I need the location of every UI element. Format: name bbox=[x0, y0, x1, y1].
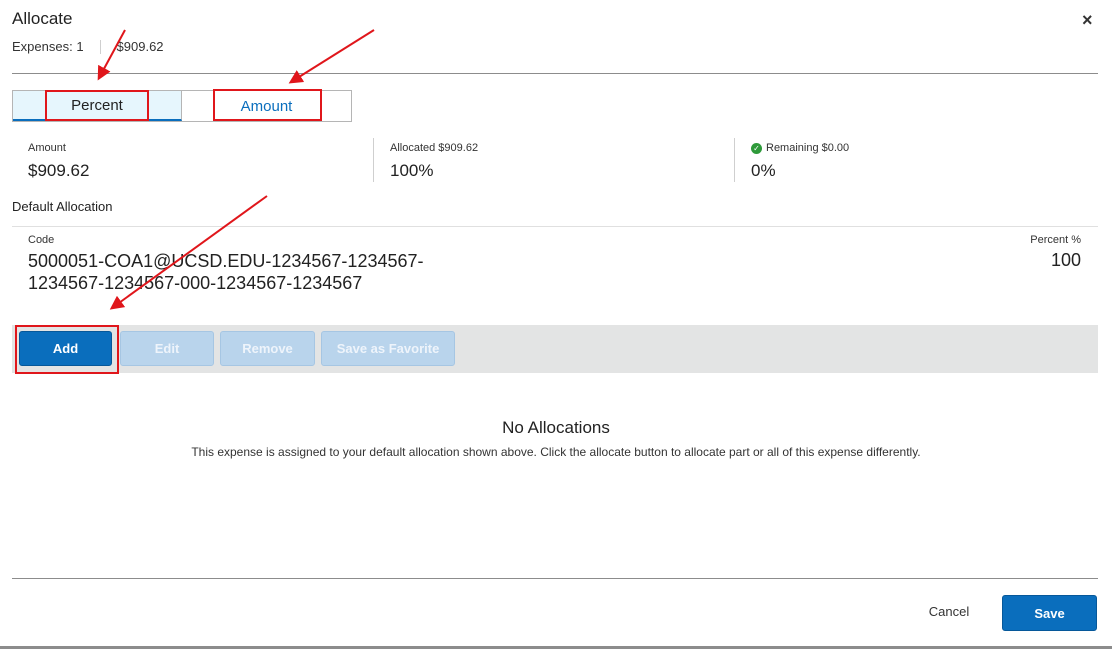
expenses-total: $909.62 bbox=[116, 39, 164, 54]
remaining-stat: ✓ Remaining $0.00 0% bbox=[751, 142, 849, 184]
amount-stat-value: $909.62 bbox=[28, 161, 90, 180]
header-divider bbox=[12, 73, 1098, 74]
stat-divider bbox=[734, 138, 735, 182]
check-circle-icon: ✓ bbox=[751, 142, 762, 154]
section-divider bbox=[12, 226, 1098, 227]
arrow-to-percent bbox=[97, 29, 126, 81]
stat-divider bbox=[373, 138, 374, 182]
allocation-mode-toggle: Percent Amount bbox=[12, 90, 352, 122]
empty-state-description: This expense is assigned to your default… bbox=[191, 445, 921, 459]
cancel-button[interactable]: Cancel bbox=[915, 604, 983, 619]
empty-state-title: No Allocations bbox=[502, 418, 610, 437]
summary-divider bbox=[99, 39, 101, 54]
remaining-stat-label: Remaining $0.00 bbox=[766, 142, 850, 154]
expenses-count: Expenses: 1 bbox=[12, 39, 84, 54]
remaining-stat-value: 0% bbox=[751, 161, 776, 180]
code-label: Code bbox=[28, 234, 55, 246]
allocation-code-line-1: 5000051-COA1@UCSD.EDU-1234567-1234567- bbox=[28, 251, 424, 271]
save-as-favorite-button[interactable]: Save as Favorite bbox=[321, 331, 455, 366]
default-allocation-heading: Default Allocation bbox=[12, 199, 113, 214]
expense-summary: Expenses: 1 $909.62 bbox=[12, 39, 164, 54]
percent-toggle-button[interactable]: Percent bbox=[13, 91, 182, 121]
close-icon[interactable]: × bbox=[1082, 11, 1093, 29]
percent-label: Percent % bbox=[1030, 234, 1081, 246]
add-button[interactable]: Add bbox=[19, 331, 112, 366]
footer-divider bbox=[12, 578, 1098, 579]
arrow-to-amount bbox=[288, 29, 375, 84]
edit-button[interactable]: Edit bbox=[120, 331, 214, 366]
remaining-stat-label-row: ✓ Remaining $0.00 bbox=[751, 142, 849, 154]
allocated-stat: Allocated $909.62 100% bbox=[390, 142, 478, 184]
amount-stat-label: Amount bbox=[28, 142, 66, 154]
allocated-stat-value: 100% bbox=[390, 161, 434, 180]
allocation-code-line-2: 1234567-1234567-000-1234567-1234567 bbox=[28, 273, 363, 293]
dialog-title: Allocate bbox=[12, 9, 73, 28]
amount-toggle-button[interactable]: Amount bbox=[182, 91, 351, 121]
save-button[interactable]: Save bbox=[1002, 595, 1097, 631]
allocated-stat-label: Allocated $909.62 bbox=[390, 142, 479, 154]
percent-value: 100 bbox=[1050, 250, 1081, 270]
amount-stat: Amount $909.62 bbox=[28, 142, 89, 184]
remove-button[interactable]: Remove bbox=[220, 331, 315, 366]
allocation-toolbar: Add Edit Remove Save as Favorite bbox=[12, 325, 1098, 373]
allocation-code: 5000051-COA1@UCSD.EDU-1234567-1234567- 1… bbox=[28, 250, 588, 294]
